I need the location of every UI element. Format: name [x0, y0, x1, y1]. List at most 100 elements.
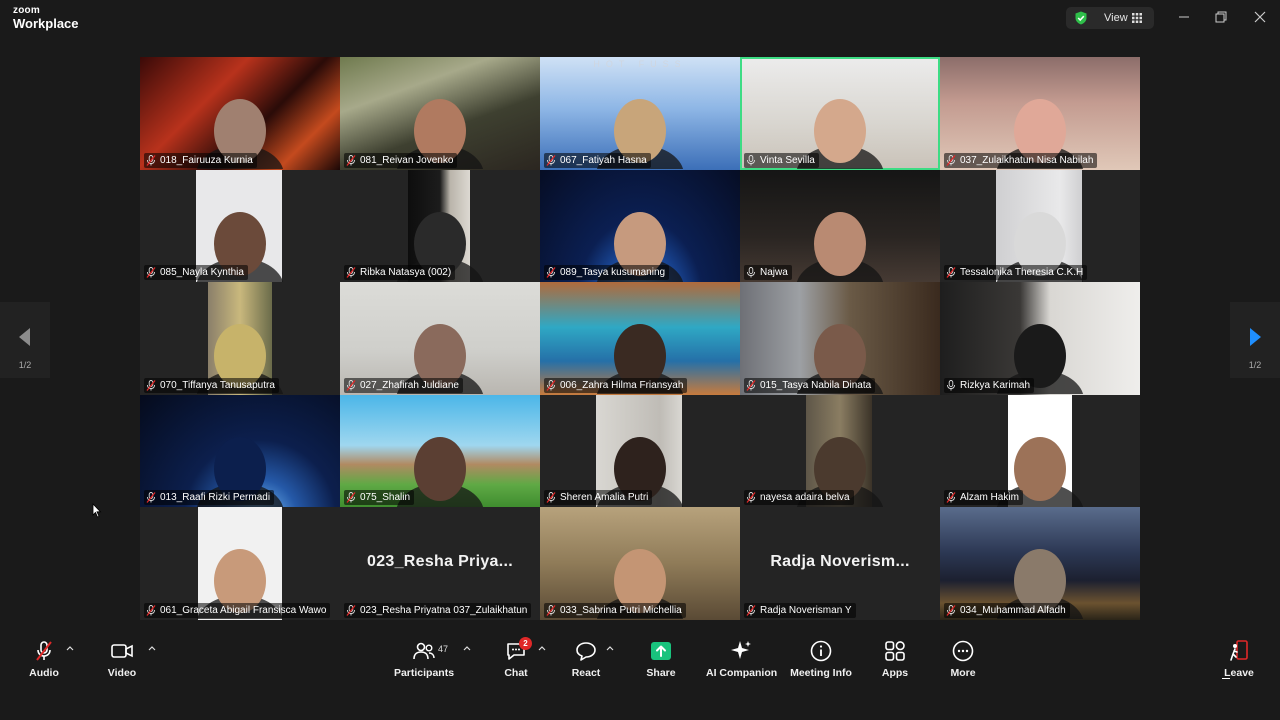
- participant-tile[interactable]: Radja Noverism... Radja Noverisman Y: [740, 507, 940, 620]
- restore-icon[interactable]: [1213, 9, 1229, 25]
- video-gallery: 018_Fairuuza Kurnia 081_Reivan Jovenko HOT…: [140, 57, 1140, 620]
- participant-tile[interactable]: 061_Graceta Abigail Fransisca Wawo: [140, 507, 340, 620]
- participant-name-label: 075_Shalin: [344, 490, 415, 506]
- participant-name-text: Alzam Hakim: [960, 492, 1019, 504]
- mic-muted-icon: [546, 154, 556, 166]
- participant-tile[interactable]: Alzam Hakim: [940, 394, 1140, 508]
- participant-name-label: 018_Fairuuza Kurnia: [144, 152, 257, 168]
- participant-tile[interactable]: Ribka Natasya (002): [340, 169, 540, 283]
- participant-name-label: Najwa: [744, 265, 792, 281]
- share-button[interactable]: Share: [642, 639, 680, 679]
- participant-tile[interactable]: 075_Shalin: [340, 394, 540, 508]
- participant-tile[interactable]: 070_Tiffanya Tanusaputra: [140, 282, 340, 395]
- participant-name-label: 061_Graceta Abigail Fransisca Wawo: [144, 602, 331, 618]
- participant-tile[interactable]: Najwa: [740, 169, 940, 283]
- participant-name-label: 070_Tiffanya Tanusaputra: [144, 377, 279, 393]
- participant-name-label: Rizkya Karimah: [944, 377, 1035, 393]
- participant-tile[interactable]: Vinta Sevilla: [740, 57, 940, 170]
- participant-tile[interactable]: 033_Sabrina Putri Michellia: [540, 507, 740, 620]
- meeting-info-button[interactable]: Meeting Info: [789, 639, 853, 679]
- close-icon[interactable]: [1252, 9, 1268, 25]
- ai-companion-label: AI Companion: [706, 667, 778, 679]
- participant-tile[interactable]: 015_Tasya Nabila Dinata: [740, 282, 940, 395]
- participant-name-placeholder: 023_Resha Priya...: [367, 553, 513, 571]
- participant-tile[interactable]: nayesa adaira belva: [740, 394, 940, 508]
- microphone-muted-icon: [36, 641, 52, 661]
- mic-muted-icon: [946, 605, 956, 616]
- participant-name-label: Vinta Sevilla: [744, 152, 819, 168]
- participant-name-label: 037_Zulaikhatun Nisa Nabilah: [944, 152, 1098, 168]
- participant-name-text: Rizkya Karimah: [960, 379, 1031, 391]
- title-bar: zoom Workplace View: [0, 0, 1280, 36]
- security-shield-icon[interactable]: [1074, 11, 1088, 25]
- brand-workplace: Workplace: [13, 16, 79, 31]
- participant-name-text: 085_Nayla Kynthia: [160, 267, 244, 279]
- participants-options-chevron-icon[interactable]: [463, 645, 471, 651]
- react-button[interactable]: React: [568, 639, 604, 679]
- participant-tile[interactable]: Rizkya Karimah: [940, 282, 1140, 395]
- participants-icon: [413, 642, 435, 660]
- minimize-icon[interactable]: [1176, 9, 1192, 25]
- participant-name-text: nayesa adaira belva: [760, 492, 850, 504]
- react-heart-bubble-icon: [576, 642, 596, 661]
- leave-button[interactable]: Leave: [1222, 639, 1256, 679]
- video-button[interactable]: Video: [104, 639, 140, 679]
- mic-muted-icon: [346, 154, 356, 166]
- ai-sparkle-icon: [731, 641, 751, 659]
- participant-name-text: Sheren Amalia Putri: [560, 492, 649, 504]
- chat-options-chevron-icon[interactable]: [538, 645, 546, 651]
- audio-options-chevron-icon[interactable]: [66, 645, 74, 651]
- meeting-toolbar: Audio Video Participants 47 Chat 2 React…: [0, 631, 1280, 720]
- react-label: React: [571, 667, 601, 679]
- participant-tile[interactable]: 081_Reivan Jovenko: [340, 57, 540, 170]
- participant-name-label: Radja Noverisman Y: [744, 602, 856, 618]
- participant-tile[interactable]: 013_Raafi Rizki Permadi: [140, 394, 340, 508]
- participant-tile[interactable]: 085_Nayla Kynthia: [140, 169, 340, 283]
- participant-name-label: 081_Reivan Jovenko: [344, 152, 458, 168]
- participant-name-label: Sheren Amalia Putri: [544, 490, 653, 506]
- more-button[interactable]: More: [947, 639, 979, 679]
- apps-grid-icon: [885, 641, 905, 661]
- participant-name-text: 067_Fatiyah Hasna: [560, 154, 647, 166]
- participant-tile[interactable]: Tessalonika Theresia C.K.H: [940, 169, 1140, 283]
- participant-name-text: Tessalonika Theresia C.K.H: [960, 267, 1084, 279]
- page-indicator-left: 1/2: [18, 360, 32, 370]
- react-options-chevron-icon[interactable]: [606, 645, 614, 651]
- ai-companion-button[interactable]: AI Companion: [706, 639, 778, 679]
- participant-tile[interactable]: 089_Tasya kusumaning: [540, 169, 740, 283]
- participant-name-label: 027_Zhafirah Juldiane: [344, 377, 463, 393]
- participant-name-label: Tessalonika Theresia C.K.H: [944, 265, 1088, 281]
- apps-button[interactable]: Apps: [879, 639, 911, 679]
- mic-muted-icon: [946, 492, 956, 504]
- participant-name-text: 070_Tiffanya Tanusaputra: [160, 379, 275, 391]
- mic-muted-icon: [746, 605, 756, 616]
- video-options-chevron-icon[interactable]: [148, 645, 156, 651]
- previous-page-button[interactable]: 1/2: [0, 302, 50, 378]
- grid-view-icon: [1132, 13, 1142, 23]
- participant-name-label: 013_Raafi Rizki Permadi: [144, 490, 275, 506]
- mic-muted-icon: [146, 492, 156, 504]
- participant-tile[interactable]: HOT FUSS 067_Fatiyah Hasna: [540, 57, 740, 170]
- view-button[interactable]: View: [1066, 7, 1154, 29]
- participant-tile[interactable]: 006_Zahra Hilma Friansyah: [540, 282, 740, 395]
- leave-door-icon: [1230, 640, 1248, 661]
- participant-tile[interactable]: 023_Resha Priya... 023_Resha Priyatna 037…: [340, 507, 540, 620]
- participant-name-text: Najwa: [760, 267, 788, 279]
- more-dots-icon: [952, 640, 974, 662]
- mic-muted-icon: [746, 379, 756, 391]
- participant-tile[interactable]: 027_Zhafirah Juldiane: [340, 282, 540, 395]
- video-camera-icon: [111, 644, 133, 658]
- participant-name-label: 034_Muhammad Alfadh: [944, 602, 1070, 618]
- mic-icon: [747, 267, 755, 278]
- participant-tile[interactable]: 037_Zulaikhatun Nisa Nabilah: [940, 57, 1140, 170]
- next-page-button[interactable]: 1/2: [1230, 302, 1280, 378]
- mic-icon: [947, 379, 955, 391]
- participant-tile[interactable]: 034_Muhammad Alfadh: [940, 507, 1140, 620]
- mic-muted-icon: [946, 267, 956, 279]
- participant-name-text: Ribka Natasya (002): [360, 267, 452, 279]
- participant-tile[interactable]: Sheren Amalia Putri: [540, 394, 740, 508]
- mic-muted-icon: [146, 267, 156, 279]
- participant-tile[interactable]: 018_Fairuuza Kurnia: [140, 57, 340, 170]
- chat-unread-badge: 2: [519, 637, 532, 650]
- audio-button[interactable]: Audio: [26, 639, 62, 679]
